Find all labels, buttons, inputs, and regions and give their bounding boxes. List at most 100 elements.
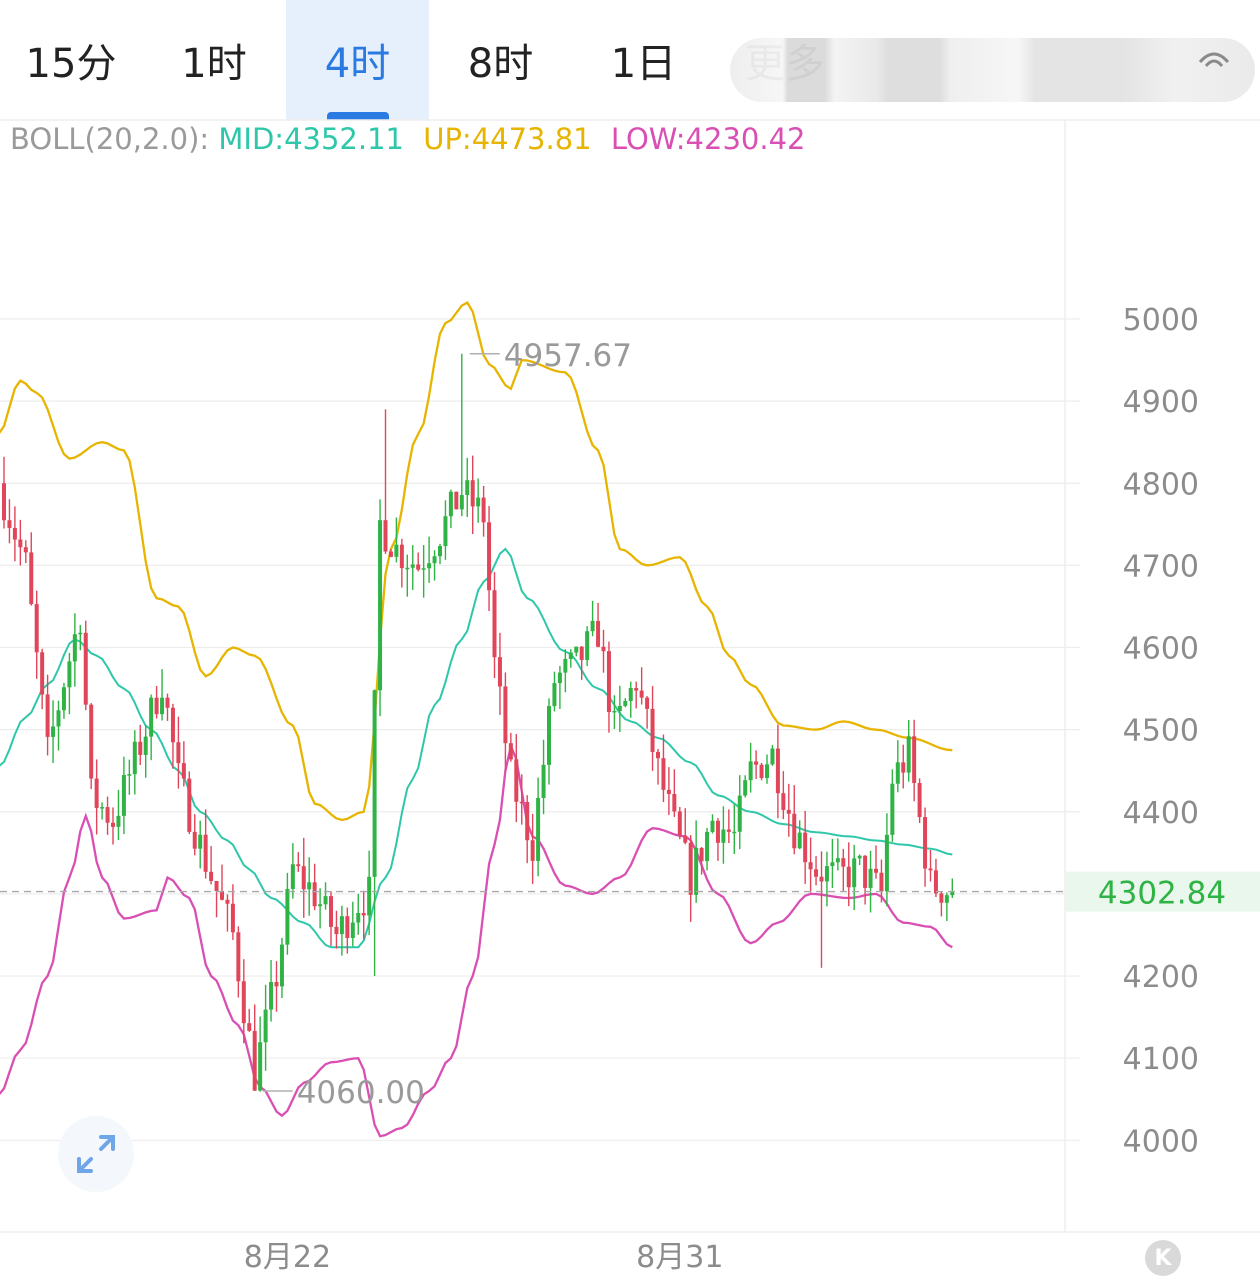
candle-body (34, 604, 39, 653)
candle-body (465, 480, 470, 496)
candle-body (808, 862, 813, 870)
candle-body (170, 707, 175, 743)
candle-body (323, 896, 328, 905)
candle-body (274, 982, 279, 987)
candle-body (765, 764, 769, 779)
candle-body (187, 778, 192, 832)
candle-body (863, 855, 868, 888)
candle-body (301, 866, 306, 890)
candle-body (470, 480, 475, 507)
candle-body (835, 858, 840, 863)
candle-body (923, 817, 928, 869)
candle-body (78, 632, 83, 635)
candle-body (737, 795, 742, 832)
candle-body (508, 743, 513, 760)
candle-body (503, 686, 508, 744)
candle-body (852, 858, 857, 888)
candle-body (121, 774, 126, 816)
candle-body (944, 895, 949, 903)
candle-body (650, 708, 655, 752)
candle-body (448, 491, 453, 517)
candle-body (606, 651, 611, 713)
candle-body (656, 751, 660, 759)
candle-body (906, 736, 911, 773)
candle-body (132, 741, 137, 775)
candle-body (770, 748, 775, 765)
candle-body (241, 981, 246, 1024)
candle-body (547, 706, 551, 765)
expand-button[interactable] (58, 1116, 134, 1192)
candle-body (258, 1042, 263, 1091)
candle-body (732, 831, 737, 834)
candle-body (438, 546, 442, 557)
candlestick-chart[interactable]: 4302.84 4957.67 4060.00 5000 4900 4800 4700 46… (0, 0, 1260, 1275)
candle-body (143, 736, 148, 755)
candle-body (803, 832, 808, 863)
candle-body (154, 697, 159, 715)
candle-body (18, 539, 23, 548)
boll-lower-band (0, 742, 953, 1138)
candle-body (677, 811, 682, 836)
candle-body (596, 620, 601, 647)
candle-body (579, 646, 584, 660)
candle-body (476, 497, 481, 507)
candle-body (585, 631, 590, 660)
candle-body (83, 632, 88, 705)
candle-body (89, 704, 94, 779)
candle-body (105, 807, 110, 823)
candle-body (710, 820, 715, 832)
candle-body (443, 516, 448, 547)
candle-body (541, 764, 546, 799)
candle-body (350, 922, 355, 939)
candle-body (743, 780, 748, 796)
candle-body (868, 868, 873, 888)
candle-body (917, 783, 922, 818)
candle-body (661, 758, 666, 790)
candle-body (209, 871, 214, 882)
candle-body (230, 903, 235, 933)
candle-body (666, 789, 671, 795)
y-tick-label: 5000 (1123, 303, 1199, 338)
candle-body (329, 896, 333, 927)
candle-body (394, 544, 399, 557)
candle-body (214, 881, 219, 892)
y-tick-label: 4000 (1123, 1124, 1199, 1159)
candle-body (372, 690, 377, 877)
candle-body (481, 497, 486, 523)
candle-body (536, 798, 541, 861)
candle-body (345, 916, 350, 939)
kline-icon[interactable]: K (1145, 1240, 1181, 1276)
candle-body (7, 520, 12, 528)
candle-body (612, 710, 617, 713)
candle-body (514, 759, 519, 802)
candle-body (45, 694, 50, 737)
candle-body (399, 544, 404, 569)
candle-body (416, 564, 421, 570)
candle-body (427, 563, 432, 569)
candle-body (61, 687, 66, 711)
candle-body (487, 522, 492, 591)
candle-body (928, 868, 933, 871)
candle-body (819, 876, 824, 882)
candle-body (846, 866, 851, 888)
candle-body (236, 932, 241, 982)
candle-body (492, 590, 497, 658)
high-price-label: 4957.67 (504, 338, 632, 374)
candle-body (459, 495, 464, 510)
candle-body (617, 705, 622, 711)
candle-body (726, 829, 731, 832)
boll-upper-band (0, 301, 953, 822)
candle-body (318, 904, 323, 907)
candle-body (100, 807, 105, 809)
candle-body (192, 831, 197, 849)
candle-body (497, 657, 502, 687)
candle-body (405, 567, 410, 570)
y-tick-label: 4400 (1123, 796, 1199, 831)
candle-body (901, 762, 906, 773)
candle-body (279, 944, 284, 987)
candle-body (225, 899, 230, 904)
candle-body (672, 794, 677, 812)
candle-body (824, 866, 829, 882)
candle-body (40, 652, 45, 695)
candle-body (639, 690, 644, 698)
